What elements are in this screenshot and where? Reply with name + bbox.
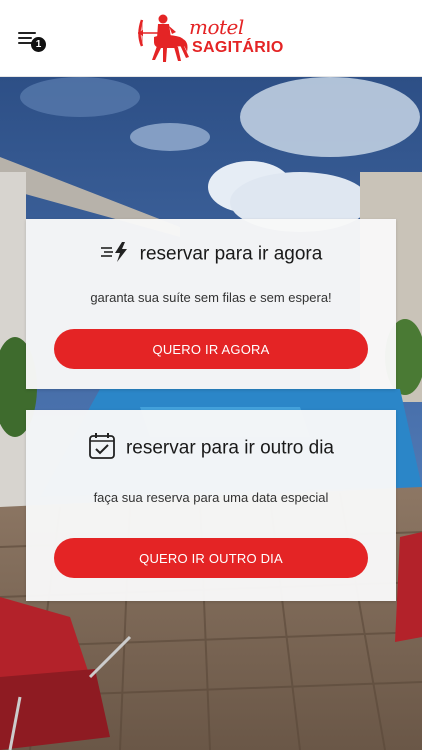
go-now-button[interactable]: QUERO IR AGORA <box>54 329 368 369</box>
logo-brand-text: SAGITÁRIO <box>192 39 284 56</box>
reserve-other-day-title: reservar para ir outro dia <box>125 437 335 459</box>
calendar-check-icon <box>88 432 116 465</box>
lightning-speed-icon <box>100 241 130 268</box>
logo-script-text: motel <box>189 15 244 39</box>
app-header: 1 motel SAGITÁRIO <box>0 0 422 77</box>
reserve-now-card: reservar para ir agora garanta sua suíte… <box>26 219 396 389</box>
reserve-now-title: reservar para ir agora <box>139 243 323 265</box>
menu-button[interactable]: 1 <box>16 28 50 54</box>
reserve-now-subtitle: garanta sua suíte sem filas e sem espera… <box>90 290 332 305</box>
menu-icon <box>18 32 36 34</box>
notification-badge: 1 <box>31 37 46 52</box>
go-other-day-button[interactable]: QUERO IR OUTRO DIA <box>54 538 368 578</box>
menu-icon-bar <box>18 37 32 39</box>
card-title-row: reservar para ir outro dia <box>26 432 396 465</box>
centaur-archer-icon <box>138 14 189 62</box>
motel-sagitario-logo[interactable]: motel SAGITÁRIO <box>136 12 290 64</box>
card-title-row: reservar para ir agora <box>26 241 396 268</box>
reserve-other-day-subtitle: faça sua reserva para uma data especial <box>93 490 329 505</box>
reserve-other-day-card: reservar para ir outro dia faça sua rese… <box>26 410 396 601</box>
